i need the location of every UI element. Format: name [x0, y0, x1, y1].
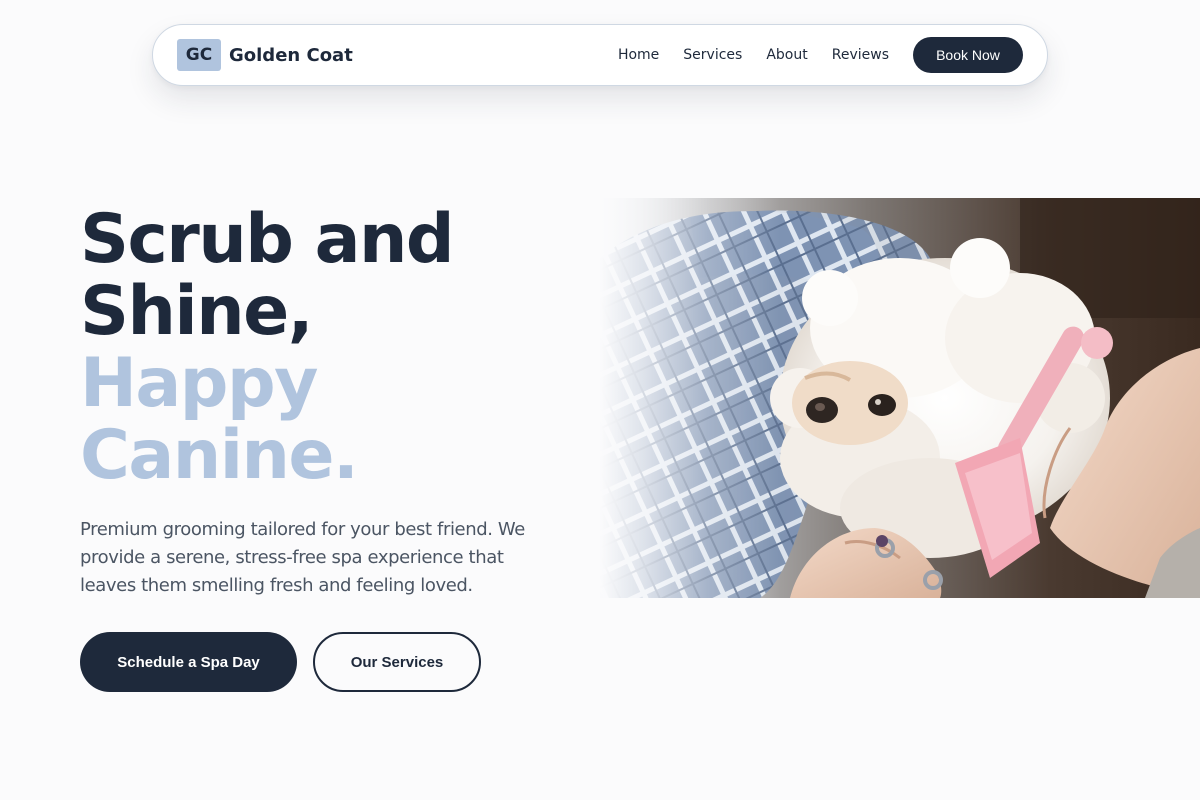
brand-name: Golden Coat [229, 44, 353, 66]
site-header: GC Golden Coat Home Services About Revie… [152, 24, 1048, 86]
nav-link-reviews[interactable]: Reviews [832, 47, 889, 63]
hero-dog-photo [600, 198, 1200, 598]
nav-link-services[interactable]: Services [683, 47, 742, 63]
logo[interactable]: GC Golden Coat [177, 39, 353, 71]
hero-title-line-2: Shine, [80, 272, 314, 351]
logo-mark: GC [177, 39, 221, 71]
hero-title-line-1: Scrub and [80, 200, 455, 279]
nav-link-about[interactable]: About [766, 47, 807, 63]
main-nav: Home Services About Reviews Book Now [618, 37, 1023, 73]
image-fade-overlay [600, 198, 780, 598]
book-now-button[interactable]: Book Now [913, 37, 1023, 73]
hero-title: Scrub and Shine, Happy Canine. [80, 204, 560, 492]
nav-link-home[interactable]: Home [618, 47, 659, 63]
hero-title-line-3: Happy [80, 344, 318, 423]
hero-title-line-4: Canine. [80, 416, 359, 495]
our-services-button[interactable]: Our Services [313, 632, 481, 692]
schedule-spa-day-button[interactable]: Schedule a Spa Day [80, 632, 297, 692]
hero-description: Premium grooming tailored for your best … [80, 519, 525, 596]
